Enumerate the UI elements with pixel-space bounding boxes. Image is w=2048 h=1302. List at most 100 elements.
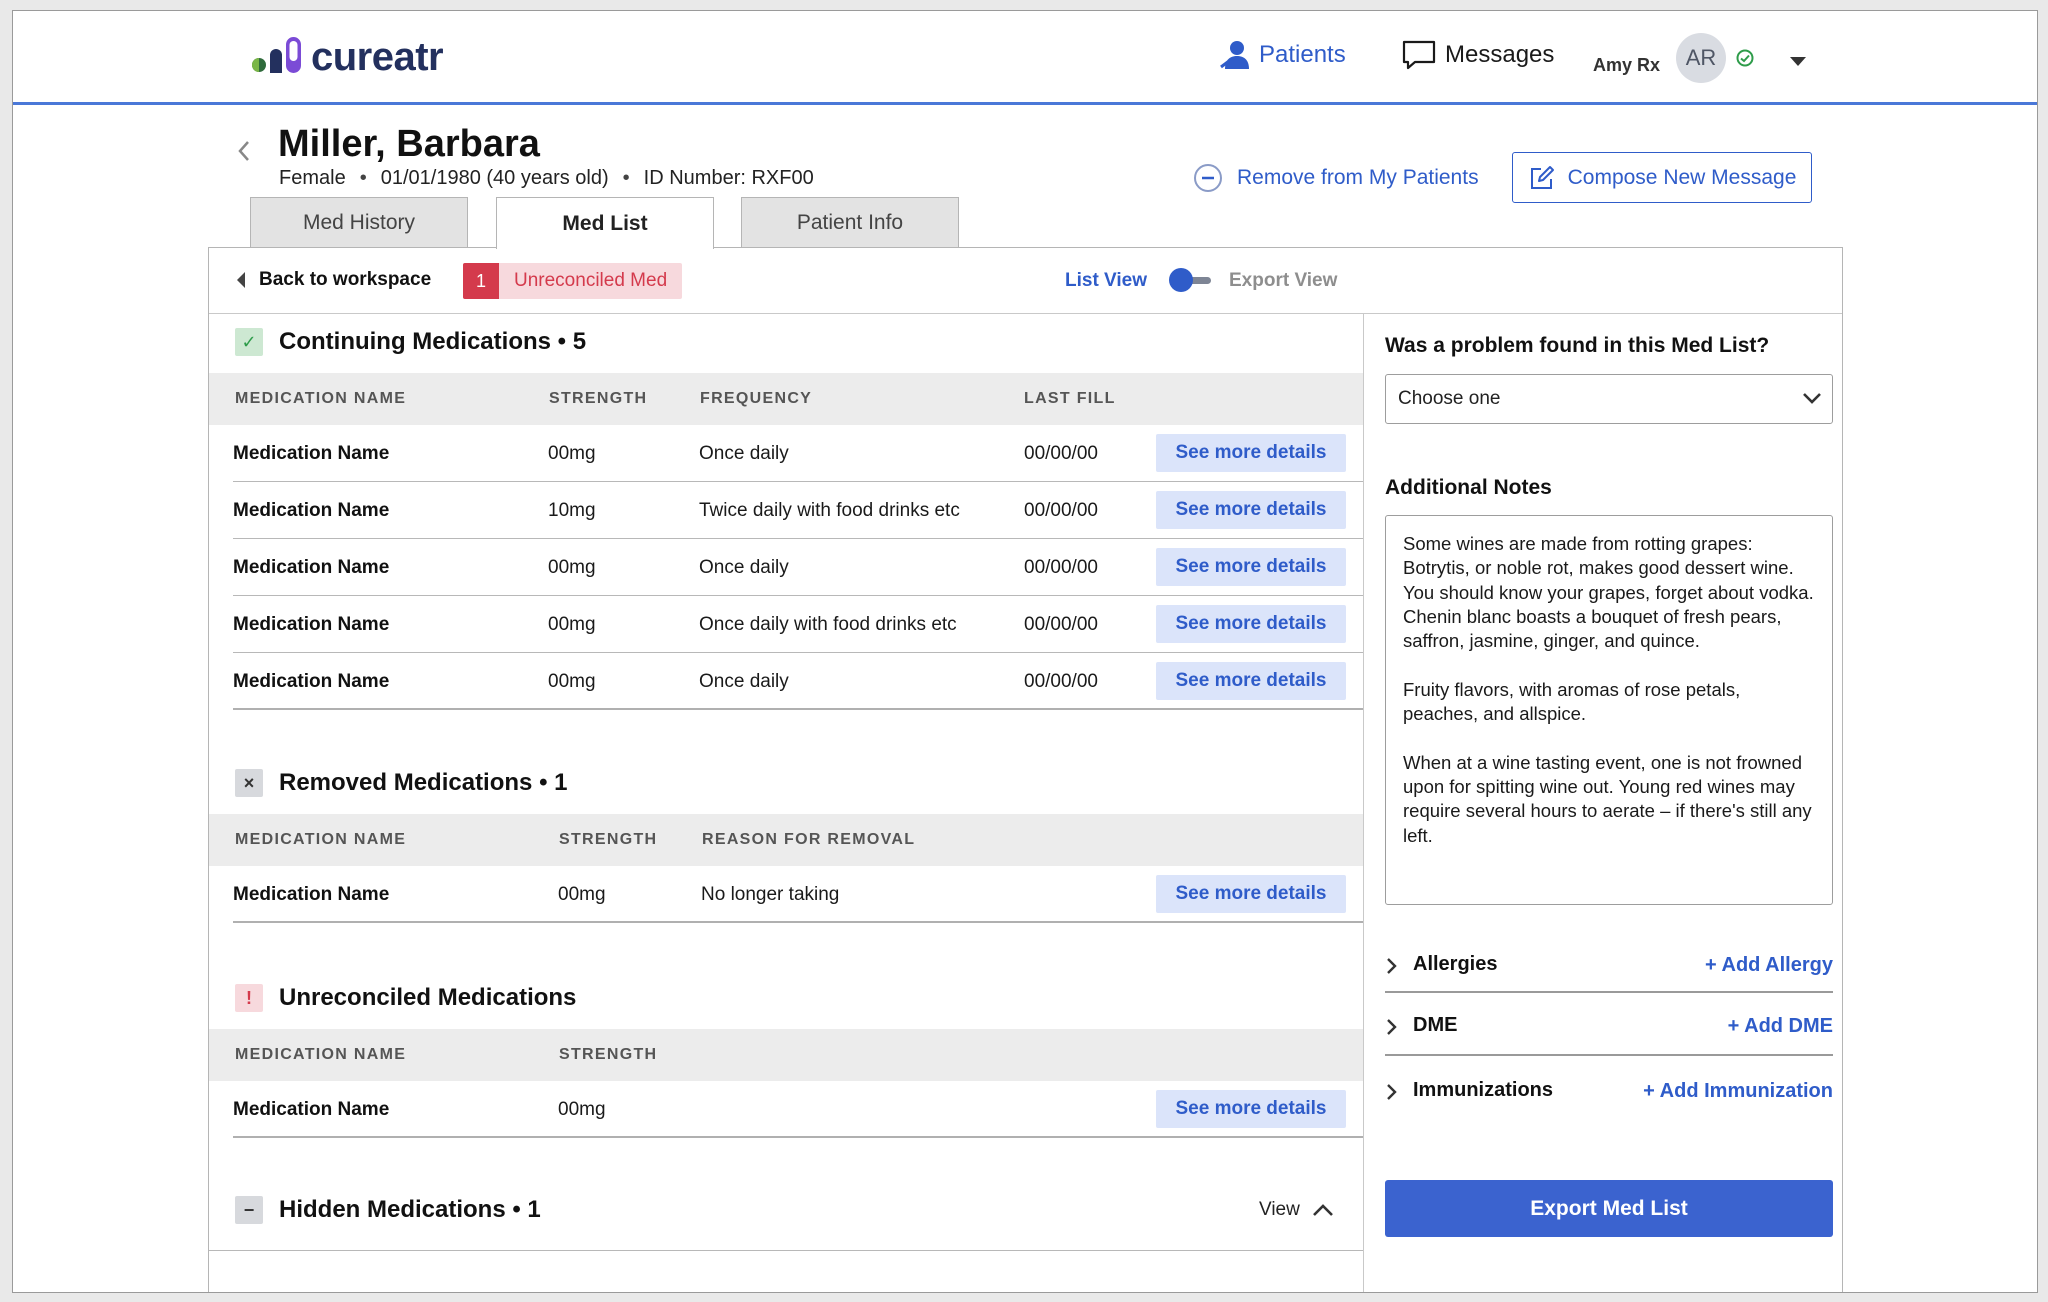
list-view-label[interactable]: List View	[1065, 270, 1147, 292]
compose-new-message-button[interactable]: Compose New Message	[1512, 152, 1812, 203]
table-row: Medication Name 00mg Once daily 00/00/00…	[233, 653, 1363, 710]
see-more-details-button[interactable]: See more details	[1156, 1090, 1346, 1128]
column-header: STRENGTH	[559, 1046, 658, 1063]
user-name: Amy Rx	[1593, 55, 1661, 75]
hidden-view-toggle[interactable]: View	[1259, 1199, 1334, 1221]
table-row: Medication Name 00mg Once daily 00/00/00…	[233, 539, 1363, 596]
column-header: MEDICATION NAME	[235, 1046, 407, 1063]
cureatr-logo[interactable]: cureatr	[251, 29, 444, 85]
medication-strength: 00mg	[548, 443, 596, 464]
check-icon: ✓	[235, 328, 263, 356]
see-more-details-button[interactable]: See more details	[1156, 491, 1346, 529]
problem-select[interactable]: Choose one	[1385, 374, 1833, 424]
toggle-knob	[1169, 268, 1193, 292]
column-header: MEDICATION NAME	[235, 390, 407, 407]
remove-from-my-patients-link[interactable]: Remove from My Patients	[1193, 163, 1479, 193]
tab-med-history[interactable]: Med History	[250, 197, 468, 247]
problem-question: Was a problem found in this Med List?	[1385, 334, 1770, 357]
table-row: Medication Name 00mg Once daily 00/00/00…	[233, 425, 1363, 482]
medication-last-fill: 00/00/00	[1024, 614, 1098, 635]
avatar-initials: AR	[1685, 45, 1717, 70]
removal-reason: No longer taking	[701, 884, 840, 905]
nav-messages-label: Messages	[1445, 41, 1555, 68]
unreconciled-table-header: MEDICATION NAME STRENGTH	[209, 1029, 1363, 1081]
patient-id: ID Number: RXF00	[643, 167, 814, 189]
back-to-workspace-link[interactable]: Back to workspace	[235, 269, 431, 291]
column-header: STRENGTH	[559, 831, 658, 848]
accordion-allergies[interactable]: Allergies + Add Allergy	[1385, 941, 1833, 991]
minus-circle-icon	[1194, 164, 1222, 192]
patient-sex: Female	[279, 167, 346, 189]
medication-frequency: Once daily with food drinks etc	[699, 614, 957, 635]
patients-icon	[1220, 41, 1249, 69]
meta-separator: •	[359, 167, 367, 189]
medication-name: Medication Name	[233, 884, 390, 905]
section-title: Continuing Medications • 5	[279, 328, 587, 355]
view-label: View	[1259, 1199, 1300, 1220]
additional-notes-textarea[interactable]: Some wines are made from rotting grapes:…	[1385, 515, 1833, 905]
tab-med-list[interactable]: Med List	[496, 197, 714, 249]
medication-last-fill: 00/00/00	[1024, 500, 1098, 521]
unreconciled-count: 1	[463, 263, 499, 299]
see-more-details-button[interactable]: See more details	[1156, 548, 1346, 586]
chat-bubble-icon	[1402, 40, 1436, 70]
unreconciled-badge[interactable]: 1 Unreconciled Med	[463, 263, 683, 299]
tab-patient-info[interactable]: Patient Info	[741, 197, 959, 247]
brand-wordmark: cureatr	[311, 34, 444, 79]
chevron-down-icon	[1803, 393, 1821, 404]
user-menu-caret-icon[interactable]	[1789, 55, 1807, 67]
caret-left-icon	[237, 272, 245, 288]
unreconciled-medications-heading: ! Unreconciled Medications	[235, 984, 576, 1012]
additional-notes-label: Additional Notes	[1385, 476, 1552, 499]
see-more-details-button[interactable]: See more details	[1156, 434, 1346, 472]
add-dme-link[interactable]: + Add DME	[1728, 1015, 1833, 1038]
medication-name: Medication Name	[233, 1099, 390, 1120]
table-row: Medication Name 10mg Twice daily with fo…	[233, 482, 1363, 539]
accordion-dme[interactable]: DME + Add DME	[1385, 1002, 1833, 1052]
avatar[interactable]: AR	[1676, 33, 1726, 83]
export-view-label[interactable]: Export View	[1229, 270, 1337, 292]
table-row: Medication Name 00mg See more details	[233, 1081, 1363, 1138]
medication-strength: 00mg	[558, 1099, 606, 1120]
patient-dob: 01/01/1980 (40 years old)	[380, 167, 609, 189]
nav-patients[interactable]: Patients	[1219, 39, 1346, 71]
removed-medications-heading: × Removed Medications • 1	[235, 769, 567, 797]
compose-label: Compose New Message	[1567, 165, 1797, 189]
accordion-label: DME	[1413, 1014, 1458, 1036]
continuing-table-header: MEDICATION NAME STRENGTH FREQUENCY LAST …	[209, 373, 1363, 425]
medication-strength: 00mg	[548, 614, 596, 635]
medication-frequency: Twice daily with food drinks etc	[699, 500, 960, 521]
add-immunization-link[interactable]: + Add Immunization	[1643, 1080, 1833, 1103]
view-toggle-switch[interactable]	[1169, 268, 1215, 292]
add-allergy-link[interactable]: + Add Allergy	[1705, 954, 1833, 977]
see-more-details-button[interactable]: See more details	[1156, 662, 1346, 700]
medication-last-fill: 00/00/00	[1024, 671, 1098, 692]
divider	[1385, 1054, 1833, 1056]
compose-icon	[1530, 165, 1554, 189]
patient-name: Miller, Barbara	[278, 123, 540, 165]
hidden-medications-heading: − Hidden Medications • 1	[235, 1196, 541, 1224]
medication-name: Medication Name	[233, 671, 390, 692]
medication-name: Medication Name	[233, 557, 390, 578]
med-list-panel: Back to workspace 1 Unreconciled Med Lis…	[208, 247, 1843, 1292]
accordion-label: Allergies	[1413, 953, 1498, 975]
chevron-right-icon	[1387, 1084, 1397, 1100]
panel-toolbar: Back to workspace 1 Unreconciled Med Lis…	[209, 248, 1842, 314]
back-chevron-icon[interactable]	[237, 139, 251, 163]
nav-patients-label: Patients	[1259, 41, 1346, 68]
see-more-details-button[interactable]: See more details	[1156, 605, 1346, 643]
table-row: Medication Name 00mg Once daily with foo…	[233, 596, 1363, 653]
chevron-right-icon	[1387, 1019, 1397, 1035]
tab-label: Patient Info	[796, 210, 904, 234]
see-more-details-button[interactable]: See more details	[1156, 875, 1346, 913]
column-header: FREQUENCY	[700, 390, 813, 407]
chevron-right-icon	[1387, 958, 1397, 974]
export-med-list-button[interactable]: Export Med List	[1385, 1180, 1833, 1237]
medication-last-fill: 00/00/00	[1024, 557, 1098, 578]
accordion-immunizations[interactable]: Immunizations + Add Immunization	[1385, 1067, 1833, 1117]
nav-messages[interactable]: Messages	[1401, 39, 1554, 71]
section-title: Unreconciled Medications	[279, 984, 577, 1011]
logo-pills-icon	[252, 37, 301, 73]
divider	[209, 1250, 1363, 1251]
select-value: Choose one	[1398, 388, 1501, 409]
